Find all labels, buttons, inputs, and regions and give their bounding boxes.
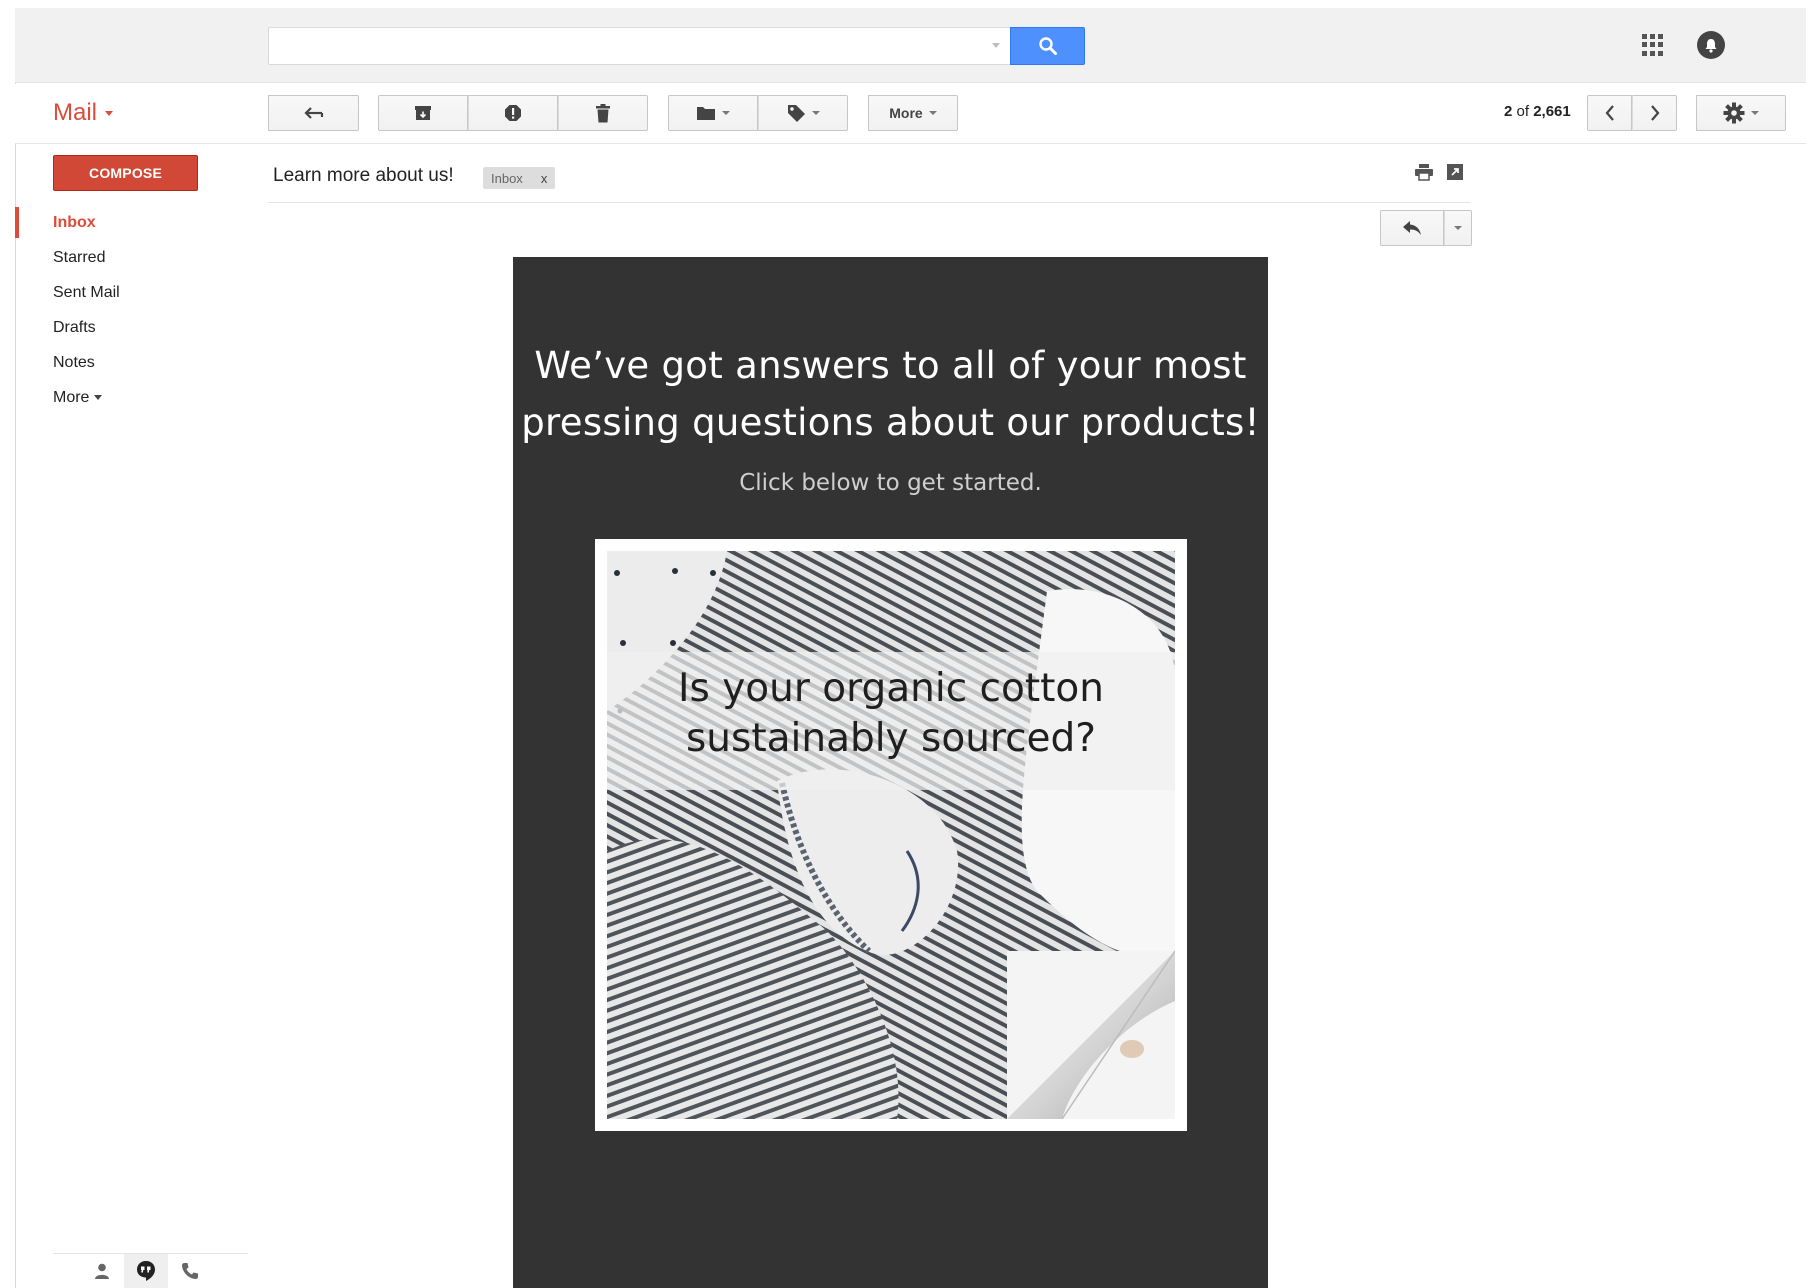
email-headline-line: We’ve got answers to all of your most (534, 344, 1247, 387)
hangouts-icon (137, 1261, 155, 1281)
sidebar-item-label: Starred (53, 248, 106, 266)
sidebar-item-label: Sent Mail (53, 283, 120, 301)
search-icon (1038, 37, 1057, 55)
mail-app-switcher[interactable]: Mail (53, 99, 114, 127)
chevron-down-icon (928, 111, 937, 115)
delete-button[interactable] (558, 95, 648, 131)
sidebar-item-sent-mail[interactable]: Sent Mail (15, 275, 255, 310)
search-input[interactable] (269, 28, 1010, 64)
pager-current: 2 (1504, 103, 1513, 120)
image-caption-line: sustainably sourced? (685, 716, 1097, 761)
sidebar-item-inbox[interactable]: Inbox (15, 205, 255, 240)
report-spam-icon (505, 105, 521, 121)
back-to-inbox-button[interactable] (268, 95, 359, 131)
label-tag-icon (787, 104, 805, 122)
reply-icon (1403, 221, 1421, 235)
pager-nav-group (1587, 95, 1677, 131)
search-button[interactable] (1010, 27, 1085, 65)
pagination-count: 2 of 2,661 (1504, 103, 1571, 120)
labels-button[interactable] (758, 95, 848, 131)
person-icon (95, 1263, 109, 1279)
phone-button[interactable] (168, 1254, 212, 1288)
sidebar-item-label: Notes (53, 353, 95, 371)
chevron-down-icon (811, 111, 820, 115)
email-hero-image-link[interactable]: Is your organic cotton sustainably sourc… (595, 539, 1187, 1131)
notifications-bell-icon[interactable] (1697, 31, 1725, 59)
print-icon[interactable] (1414, 163, 1434, 181)
newer-button[interactable] (1587, 95, 1632, 131)
sidebar-item-notes[interactable]: Notes (15, 345, 255, 380)
sidebar-item-label: More (53, 388, 90, 406)
back-button-group (268, 95, 359, 131)
reply-options-button[interactable] (1444, 210, 1472, 246)
folder-icon (697, 107, 715, 120)
image-caption: Is your organic cotton sustainably sourc… (607, 664, 1175, 764)
archive-icon (415, 106, 431, 120)
hangouts-button[interactable] (124, 1253, 168, 1288)
message-actions-group (378, 95, 648, 131)
email-subheadline: Click below to get started. (739, 470, 1042, 496)
sidebar-item-label: Inbox (53, 213, 96, 231)
reply-button[interactable] (1380, 210, 1444, 246)
chevron-left-icon (1605, 105, 1614, 121)
sidebar-item-starred[interactable]: Starred (15, 240, 255, 275)
pager-of: of (1516, 103, 1530, 120)
organize-group (668, 95, 848, 131)
inbox-label-chip: Inbox x (483, 167, 556, 189)
more-actions-label: More (889, 105, 923, 121)
chevron-down-icon (105, 110, 114, 116)
chevron-down-icon (1751, 111, 1759, 115)
back-arrow-icon (303, 107, 323, 119)
hangouts-bar (53, 1253, 248, 1288)
email-headline-line: pressing questions about our products! (521, 401, 1260, 444)
more-group: More (868, 95, 958, 131)
gear-icon (1723, 102, 1745, 124)
chevron-down-icon (94, 395, 103, 400)
more-actions-button[interactable]: More (868, 95, 958, 131)
striped-fabric-image (607, 551, 1175, 1119)
app-title: Mail (53, 99, 98, 126)
pager-total: 2,661 (1533, 103, 1571, 120)
compose-button[interactable]: COMPOSE (53, 155, 198, 191)
sidebar-item-drafts[interactable]: Drafts (15, 310, 255, 345)
search-options-chevron-down-icon[interactable] (992, 43, 1000, 48)
phone-icon (182, 1263, 198, 1279)
search-box[interactable] (268, 27, 1010, 65)
message-subject: Learn more about us! (273, 165, 454, 186)
settings-button[interactable] (1696, 95, 1786, 131)
new-window-icon[interactable] (1447, 164, 1463, 180)
settings-group (1696, 95, 1786, 131)
report-spam-button[interactable] (468, 95, 558, 131)
chevron-down-icon (1454, 226, 1462, 230)
reply-split-button (1380, 210, 1472, 247)
trash-icon (596, 103, 610, 122)
sidebar-item-label: Drafts (53, 318, 96, 336)
older-button[interactable] (1632, 95, 1677, 131)
sidebar-nav: Inbox Starred Sent Mail Drafts Notes Mor… (15, 205, 255, 415)
image-caption-line: Is your organic cotton (677, 666, 1105, 711)
apps-grid-icon[interactable] (1642, 34, 1664, 56)
contacts-button[interactable] (80, 1254, 124, 1288)
email-body: We’ve got answers to all of your most pr… (513, 257, 1268, 1288)
email-hero-image: Is your organic cotton sustainably sourc… (607, 551, 1175, 1119)
move-to-button[interactable] (668, 95, 758, 131)
message-header: Learn more about us! Inbox x (268, 155, 1471, 203)
label-chip-text: Inbox (491, 170, 523, 186)
sidebar-item-more[interactable]: More (15, 380, 255, 415)
email-headline: We’ve got answers to all of your most pr… (513, 337, 1268, 451)
remove-label-button[interactable]: x (541, 171, 548, 186)
chevron-down-icon (722, 111, 730, 115)
archive-button[interactable] (378, 95, 468, 131)
chevron-right-icon (1650, 105, 1659, 121)
